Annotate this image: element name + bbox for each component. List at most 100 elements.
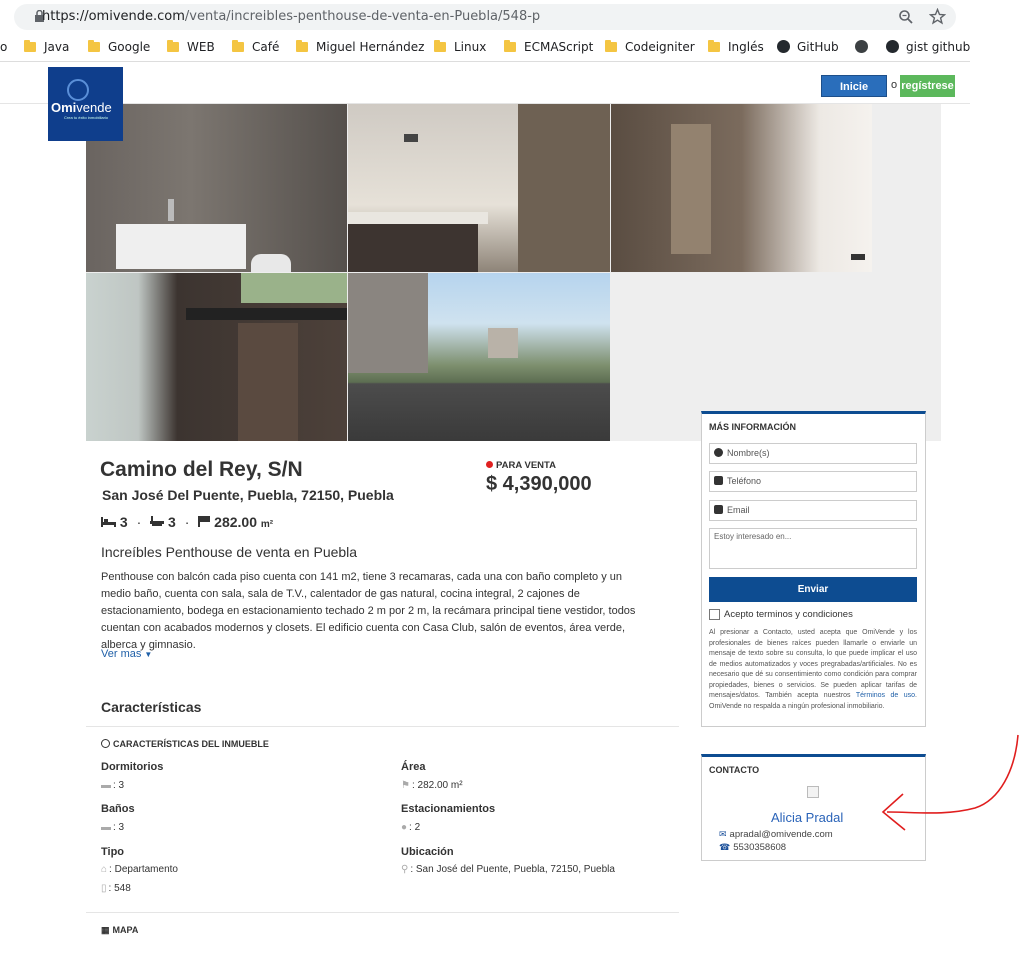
user-icon [714,448,723,457]
divider [86,726,679,727]
status-text: PARA VENTA [496,460,556,471]
feature-value-bathrooms: ▬: 3 [101,822,125,833]
status-dot-icon [486,461,493,468]
bed-icon [101,517,116,527]
logo-pin-icon [67,79,89,101]
bookmark-label: Café [252,40,280,54]
bookmark-label: Inglés [728,40,764,54]
folder-icon [232,40,244,52]
register-button[interactable]: regístrese [900,75,955,97]
url-text: https://omivende.com/venta/increibles-pe… [42,9,540,24]
folder-icon [708,40,720,52]
bookmark-label: Codeigniter [625,40,695,54]
mail-icon [714,505,723,514]
phone-field[interactable]: Teléfono [709,471,917,492]
bookmark-linux[interactable]: Linux [434,40,486,54]
map-icon: ▦ [101,925,110,935]
check-circle-icon [101,739,110,748]
bookmark-o[interactable]: o [0,40,7,54]
see-more-link[interactable]: Ver mas ▼ [101,648,152,660]
bookmark-label: WEB [187,40,215,54]
features-heading: Características [101,699,202,715]
folder-icon [88,40,100,52]
annotation-arrow [881,734,1019,831]
see-more-label: Ver mas [101,648,142,660]
feature-value-location: ⚲: San José del Puente, Puebla, 72150, P… [401,864,615,875]
bookmark-label: Java [44,40,70,54]
folder-icon [24,40,36,52]
gallery-photo-closet[interactable] [611,104,872,272]
message-field[interactable]: Estoy interesado en... [709,528,917,569]
feature-label-bedrooms: Dormitorios [101,761,164,773]
gallery-photo-sink[interactable] [348,104,610,272]
stat-area-unit: m² [260,519,274,530]
bookmark-java[interactable]: Java [24,40,69,54]
folder-icon [296,40,308,52]
browser-address-bar: https://omivende.com/venta/increibles-pe… [0,0,970,34]
bookmark-cafe[interactable]: Café [232,40,279,54]
agent-email[interactable]: ✉ apradal@omivende.com [719,829,833,840]
contact-title: CONTACTO [709,765,760,775]
feature-label-bathrooms: Baños [101,803,135,815]
gallery-photo-view[interactable] [348,273,610,441]
github-icon [777,40,790,53]
listing-description: Penthouse con balcón cada piso cuenta co… [101,571,636,651]
bed-icon: ▬ [101,780,111,791]
bookmark-label: GitHub [797,40,839,54]
name-field[interactable]: Nombre(s) [709,443,917,464]
property-features-heading: CARACTERÍSTICAS DEL INMUEBLE [101,739,269,749]
area-icon [198,516,211,527]
phone-icon [714,476,723,485]
url-field[interactable]: https://omivende.com/venta/increibles-pe… [14,4,956,30]
bookmark-label: gist github [906,40,971,54]
listing-stats: 3 · 3 · 282.00 m² [101,514,273,530]
bookmark-label: Miguel Hernández [316,40,425,54]
bookmark-ecmascript[interactable]: ECMAScript [504,40,593,54]
feature-label-area: Área [401,761,426,773]
building-icon: ▯ [101,883,107,894]
stat-bathrooms: 3 [168,514,176,530]
bookmarks-bar: o Java Google WEB Café Miguel Hernández … [0,34,970,62]
agent-phone[interactable]: ☎ 5530358608 [719,842,786,853]
bookmark-gist-github[interactable]: gist github [886,40,970,54]
gallery-photo-bathroom[interactable] [86,104,347,272]
listing-title: Camino del Rey, S/N [100,458,303,481]
feature-label-location: Ubicación [401,846,454,858]
site-logo[interactable]: Omivende Crea tu éxito inmobiliario [48,67,123,141]
divider [86,912,679,913]
feature-value-area: ⚑: 282.00 m² [401,780,463,791]
agent-photo [807,786,819,798]
agent-name[interactable]: Alicia Pradal [771,810,843,825]
bookmark-google[interactable]: Google [88,40,150,54]
bookmark-ingles[interactable]: Inglés [708,40,764,54]
gallery-photo-kitchen[interactable] [86,273,347,441]
listing-subtitle: Increíbles Penthouse de venta en Puebla [101,544,358,560]
feature-value-id: ▯: 548 [101,883,131,894]
folder-icon [504,40,516,52]
home-icon: ⌂ [101,864,108,875]
star-icon[interactable] [929,8,946,25]
send-button[interactable]: Enviar [709,577,917,602]
terms-checkbox[interactable] [709,609,720,620]
bookmark-web[interactable]: WEB [167,40,215,54]
map-heading: ▦ MAPA [101,925,139,935]
bookmark-codeigniter[interactable]: Codeigniter [605,40,695,54]
zoom-icon[interactable] [898,9,914,25]
mail-icon: ✉ [719,829,727,839]
stat-bedrooms: 3 [119,514,128,530]
login-button[interactable]: Inicie sesión [821,75,887,115]
logo-text: Omivende [51,100,112,115]
bookmark-globe[interactable] [855,40,875,54]
contact-disclaimer: Al presionar a Contacto, usted acepta qu… [709,629,917,710]
terms-of-use-link[interactable]: Términos de uso [856,692,915,699]
bookmark-github[interactable]: GitHub [777,40,839,54]
globe-icon [855,40,868,53]
folder-icon [605,40,617,52]
folder-icon [434,40,446,52]
feature-value-type: ⌂: Departamento [101,864,178,875]
bookmark-miguel-hernandez[interactable]: Miguel Hernández [296,40,424,54]
status-badge: PARA VENTA [486,460,556,471]
feature-value-bedrooms: ▬: 3 [101,780,125,791]
more-info-title: MÁS INFORMACIÓN [709,422,796,432]
email-field[interactable]: Email [709,500,917,521]
